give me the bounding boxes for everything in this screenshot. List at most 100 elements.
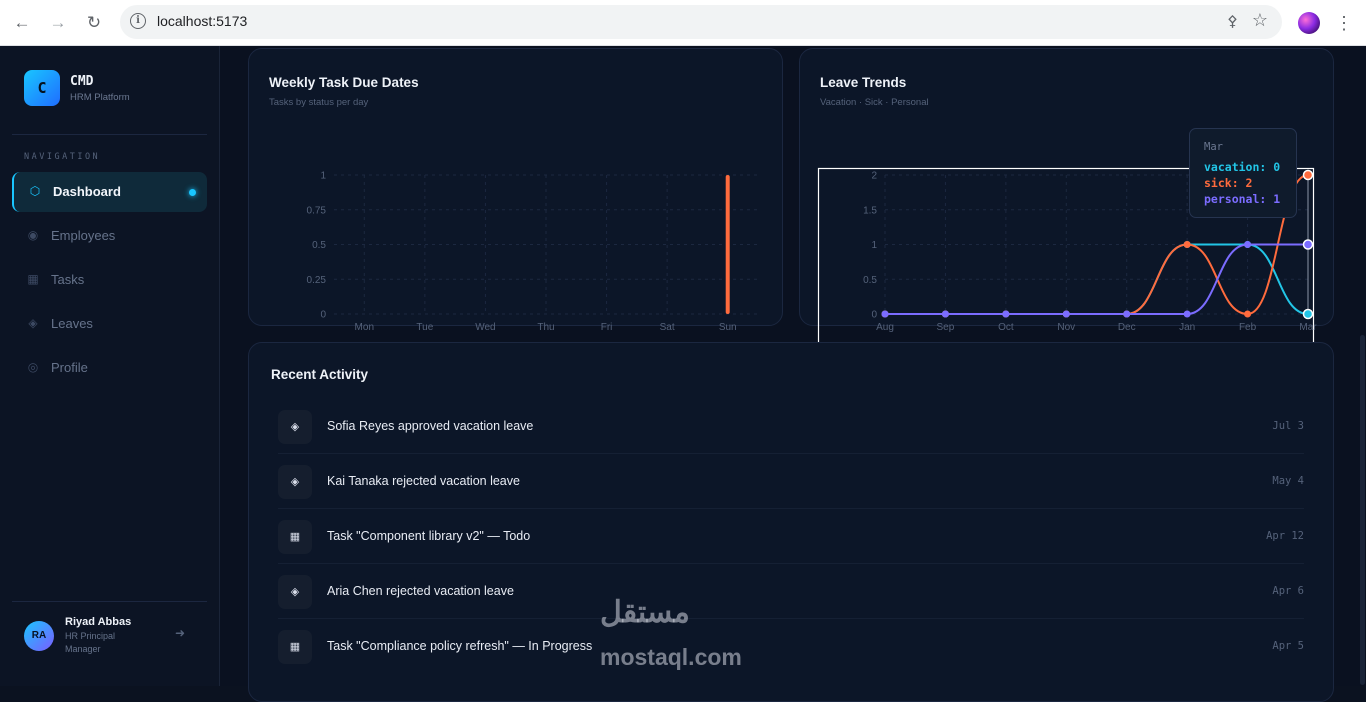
activity-text: Kai Tanaka rejected vacation leave: [327, 474, 520, 488]
x-tick-label: Sun: [719, 322, 737, 333]
tooltip-title: Mar: [1204, 141, 1223, 153]
list-item[interactable]: ▦ Task "Compliance policy refresh" — In …: [278, 619, 1304, 674]
sidebar-item-tasks[interactable]: ▦ Tasks: [12, 260, 207, 300]
sidebar-item-profile[interactable]: ◎ Profile: [12, 348, 207, 388]
data-point-personal: [941, 310, 949, 318]
data-point-personal: [1183, 310, 1191, 318]
data-point-personal: [1002, 310, 1010, 318]
diamond-icon: ◈: [278, 575, 312, 609]
y-tick-label: 0.5: [863, 275, 877, 286]
grid-icon: ▦: [278, 630, 312, 664]
back-icon[interactable]: ←: [10, 11, 34, 35]
watermark-arabic: مستقل: [600, 596, 690, 629]
grid-icon: ▦: [278, 520, 312, 554]
sidebar-item-leaves[interactable]: ◈ Leaves: [12, 304, 207, 344]
activity-date: Jul 3: [1272, 420, 1304, 432]
tooltip-row-personal: personal: 1: [1204, 192, 1281, 206]
data-point-sick: [1302, 169, 1314, 181]
data-point-personal: [1302, 239, 1314, 250]
data-point-personal: [1123, 310, 1131, 318]
list-item[interactable]: ▦ Task "Component library v2" — Todo Apr…: [278, 509, 1304, 564]
x-tick-label: Oct: [998, 322, 1014, 333]
activity-text: Sofia Reyes approved vacation leave: [327, 419, 534, 433]
users-icon: ◉: [27, 228, 39, 242]
y-tick-label: 1: [871, 240, 877, 251]
activity-date: Apr 6: [1272, 585, 1304, 597]
brand-name: CMD: [70, 74, 94, 89]
weekly-task-chart: 0 0.25 0.5 0.75 1 Mon Tue Wed Thu Fri Sat Sun: [307, 171, 758, 333]
activity-text: Task "Compliance policy refresh" — In Pr…: [327, 639, 593, 653]
nav-heading: NAVIGATION: [24, 152, 101, 162]
data-point-sick: [1244, 310, 1252, 318]
reload-icon[interactable]: ↻: [82, 11, 106, 35]
browser-chrome: ← → ↻ i localhost:5173 ⚴ ☆ ⋮: [0, 0, 1366, 46]
activity-date: Apr 5: [1272, 640, 1304, 652]
x-tick-label: Dec: [1118, 322, 1136, 333]
sidebar-item-employees[interactable]: ◉ Employees: [12, 216, 207, 256]
key-icon[interactable]: ⚴: [1227, 12, 1238, 30]
sidebar-item-label: Dashboard: [53, 184, 121, 199]
x-tick-label: Aug: [876, 322, 894, 333]
logout-icon[interactable]: ➜: [175, 626, 185, 640]
avatar: RA: [24, 621, 54, 651]
data-point-vacation: [1302, 308, 1314, 320]
y-tick-label: 0.25: [307, 275, 327, 286]
active-indicator: [189, 189, 196, 196]
card-title: Recent Activity: [271, 367, 369, 382]
x-tick-label: Wed: [475, 322, 495, 333]
site-info-icon[interactable]: i: [130, 13, 146, 29]
x-tick-label: Sat: [660, 322, 675, 333]
card-title: Weekly Task Due Dates: [269, 75, 419, 90]
browser-menu-icon[interactable]: ⋮: [1335, 11, 1353, 35]
activity-text: Task "Component library v2" — Todo: [327, 529, 531, 543]
profile-circle-icon: ◎: [27, 360, 39, 374]
y-tick-label: 1: [320, 171, 326, 182]
x-tick-label: Feb: [1239, 322, 1257, 333]
grid-icon: ▦: [27, 272, 39, 286]
sidebar-divider: [12, 134, 207, 135]
data-point-sick: [1183, 241, 1191, 248]
page-scrollbar[interactable]: [1360, 335, 1365, 685]
chart-tooltip: Mar vacation: 0 sick: 2 personal: 1: [1189, 128, 1297, 218]
list-item[interactable]: ◈ Kai Tanaka rejected vacation leave May…: [278, 454, 1304, 509]
brand-subtitle: HRM Platform: [70, 92, 130, 103]
brand-logo: C: [24, 70, 60, 106]
sidebar-item-label: Profile: [51, 360, 88, 375]
data-point-personal: [1244, 241, 1252, 248]
x-tick-label: Tue: [416, 322, 433, 333]
forward-icon[interactable]: →: [46, 11, 70, 35]
data-point-personal: [1062, 310, 1070, 318]
activity-text: Aria Chen rejected vacation leave: [327, 584, 514, 598]
diamond-icon: ◈: [28, 316, 38, 330]
x-tick-label: Thu: [537, 322, 554, 333]
star-icon[interactable]: ☆: [1252, 10, 1268, 31]
sidebar-item-label: Leaves: [51, 316, 93, 331]
user-name: Riyad Abbas: [65, 616, 132, 628]
sidebar-divider: [12, 601, 207, 602]
y-tick-label: 1.5: [863, 205, 877, 216]
tooltip-row-vacation: vacation: 0: [1204, 160, 1281, 174]
x-tick-label: Fri: [601, 322, 613, 333]
activity-date: Apr 12: [1266, 530, 1304, 542]
hexagon-icon: ⬡: [29, 184, 41, 198]
x-tick-label: Jan: [1179, 322, 1195, 333]
url-text[interactable]: localhost:5173: [157, 13, 247, 29]
watermark-latin: mostaql.com: [600, 644, 742, 670]
sidebar: C CMD HRM Platform NAVIGATION ⬡ Dashboar…: [0, 46, 220, 686]
activity-date: May 4: [1272, 475, 1304, 487]
y-tick-label: 0.5: [312, 240, 326, 251]
diamond-icon: ◈: [278, 465, 312, 499]
y-tick-label: 0: [320, 310, 326, 321]
address-bar[interactable]: i localhost:5173 ⚴ ☆: [120, 5, 1282, 39]
bar: [725, 175, 730, 314]
sidebar-item-label: Employees: [51, 228, 116, 243]
tooltip-row-sick: sick: 2: [1204, 176, 1253, 190]
list-item[interactable]: ◈ Aria Chen rejected vacation leave Apr …: [278, 564, 1304, 619]
list-item[interactable]: ◈ Sofia Reyes approved vacation leave Ju…: [278, 399, 1304, 454]
card-title: Leave Trends: [820, 75, 907, 90]
x-tick-label: Nov: [1057, 322, 1075, 333]
browser-profile-avatar[interactable]: [1298, 12, 1320, 34]
sidebar-item-dashboard[interactable]: ⬡ Dashboard: [12, 172, 207, 212]
sidebar-item-label: Tasks: [51, 272, 85, 287]
y-tick-label: 2: [871, 171, 877, 182]
